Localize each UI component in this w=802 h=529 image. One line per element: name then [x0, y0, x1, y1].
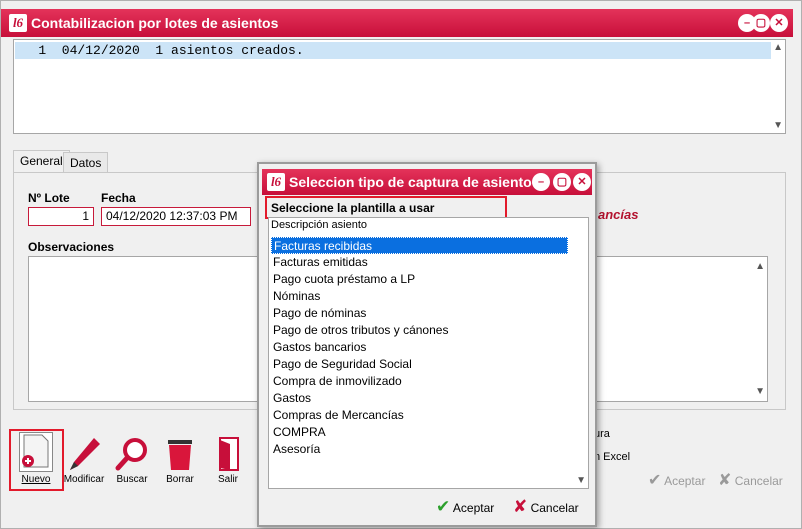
- trash-icon: [162, 436, 198, 472]
- tab-general[interactable]: General: [13, 150, 70, 173]
- scroll-up-icon[interactable]: ▲: [773, 42, 783, 53]
- main-title: Contabilizacion por lotes de asientos: [31, 15, 279, 31]
- app-logo-icon: l6: [9, 14, 27, 32]
- list-item[interactable]: Pago de Seguridad Social: [271, 356, 412, 373]
- template-list[interactable]: Descripción asiento Facturas recibidas Fa…: [268, 217, 589, 489]
- buscar-label: Buscar: [116, 474, 148, 485]
- new-document-icon: [19, 432, 53, 472]
- new-document-svg: [22, 434, 49, 468]
- scroll-down-icon[interactable]: ▼: [755, 386, 765, 397]
- salir-button[interactable]: Salir: [200, 436, 256, 485]
- check-icon: ✔: [648, 472, 662, 489]
- list-item[interactable]: Facturas emitidas: [271, 254, 368, 271]
- list-item[interactable]: Facturas recibidas: [271, 237, 568, 254]
- dialog-aceptar-button[interactable]: ✔ Aceptar: [436, 497, 494, 517]
- nuevo-button[interactable]: Nuevo: [10, 432, 62, 485]
- list-item[interactable]: Pago de otros tributos y cánones: [271, 322, 448, 339]
- close-icon[interactable]: ✕: [573, 173, 591, 191]
- trash-svg: [168, 440, 192, 470]
- lote-field[interactable]: 1: [28, 207, 94, 226]
- main-titlebar[interactable]: l6 Contabilizacion por lotes de asientos…: [1, 9, 793, 37]
- log-list[interactable]: 1 04/12/2020 1 asientos creados. ▲ ▼: [13, 39, 786, 134]
- magnifier-icon: [114, 436, 150, 472]
- prompt-highlight-frame: Seleccione la plantilla a usar (predefin…: [265, 196, 507, 229]
- observaciones-label: Observaciones: [28, 240, 115, 254]
- door-exit-icon: [210, 436, 246, 472]
- list-header: Descripción asiento: [271, 219, 367, 231]
- dialog-title: Seleccion tipo de captura de asiento: [289, 174, 532, 190]
- salir-label: Salir: [217, 474, 238, 485]
- fecha-label: Fecha: [101, 191, 136, 205]
- restore-icon[interactable]: ▢: [752, 14, 770, 32]
- restore-icon[interactable]: ▢: [553, 173, 571, 191]
- main-cancelar-button[interactable]: ✘ Cancelar: [718, 470, 783, 490]
- list-item[interactable]: Asesoría: [271, 441, 320, 458]
- log-row[interactable]: 1 04/12/2020 1 asientos creados.: [15, 42, 771, 59]
- tab-datos[interactable]: Datos: [63, 152, 109, 174]
- partial-excel-label: n Excel: [594, 451, 631, 463]
- minimize-icon[interactable]: –: [532, 173, 550, 191]
- list-item[interactable]: Pago de nóminas: [271, 305, 366, 322]
- cross-icon: ✘: [513, 497, 528, 516]
- modificar-label: Modificar: [63, 474, 105, 485]
- list-item[interactable]: Gastos: [271, 390, 311, 407]
- main-aceptar-label: Aceptar: [664, 474, 706, 488]
- nuevo-label: Nuevo: [21, 474, 51, 485]
- dialog-cancelar-label: Cancelar: [530, 501, 579, 515]
- dialog-titlebar[interactable]: l6 Seleccion tipo de captura de asiento …: [262, 169, 592, 195]
- app-logo-icon: l6: [267, 173, 285, 191]
- list-item[interactable]: Nóminas: [271, 288, 320, 305]
- door-svg: [219, 437, 239, 471]
- scroll-up-icon[interactable]: ▲: [755, 261, 765, 272]
- pen-svg: [70, 438, 100, 470]
- lote-label: Nº Lote: [28, 191, 70, 205]
- dialog-cancelar-button[interactable]: ✘ Cancelar: [513, 497, 579, 517]
- dialog-aceptar-label: Aceptar: [452, 501, 495, 515]
- list-item[interactable]: Pago cuota préstamo a LP: [271, 271, 415, 288]
- pen-icon: [66, 436, 102, 472]
- fecha-field[interactable]: 04/12/2020 12:37:03 PM: [101, 207, 251, 226]
- cross-icon: ✘: [718, 472, 732, 489]
- tab-label: General: [20, 154, 63, 168]
- main-aceptar-button[interactable]: ✔ Aceptar: [648, 470, 705, 490]
- scroll-down-icon[interactable]: ▼: [773, 120, 783, 131]
- template-dialog: l6 Seleccion tipo de captura de asiento …: [257, 162, 597, 527]
- borrar-label: Borrar: [166, 474, 194, 485]
- magnifier-svg: [115, 438, 147, 471]
- close-icon[interactable]: ✕: [770, 14, 788, 32]
- list-item[interactable]: COMPRA: [271, 424, 326, 441]
- main-cancelar-label: Cancelar: [734, 474, 783, 488]
- tab-label: Datos: [70, 156, 102, 170]
- scroll-down-icon[interactable]: ▼: [576, 475, 586, 486]
- list-item[interactable]: Gastos bancarios: [271, 339, 366, 356]
- partial-red-label: ancías: [598, 207, 639, 222]
- list-item[interactable]: Compras de Mercancías: [271, 407, 404, 424]
- check-icon: ✔: [436, 497, 451, 516]
- list-item[interactable]: Compra de inmovilizado: [271, 373, 402, 390]
